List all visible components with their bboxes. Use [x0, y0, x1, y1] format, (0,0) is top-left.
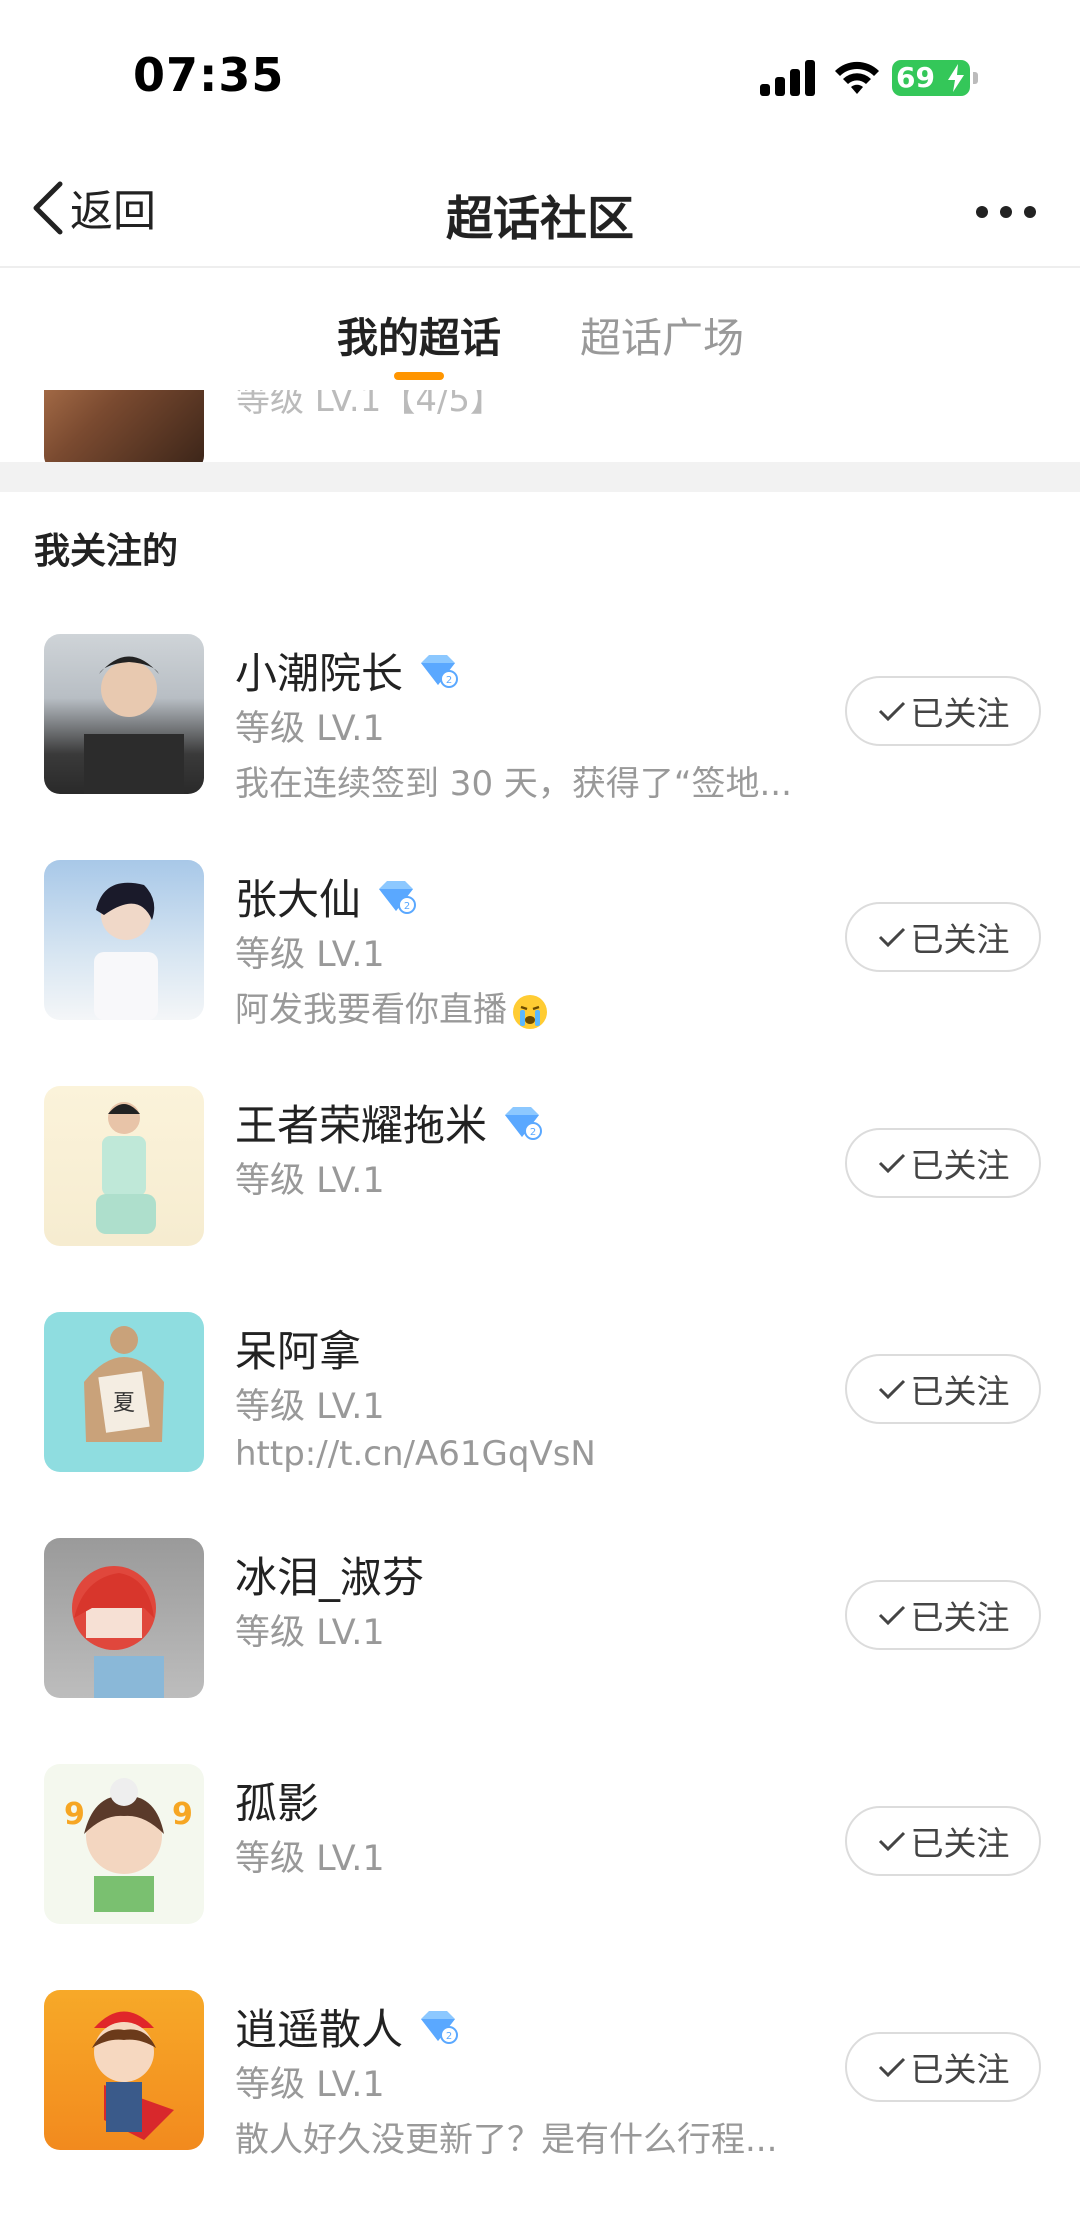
item-name: 孤影	[235, 1779, 320, 1828]
section-divider	[0, 462, 1080, 492]
status-time: 07:35	[133, 48, 285, 102]
avatar: 夏	[44, 1312, 204, 1472]
verified-diamond-icon: 2	[505, 1106, 543, 1140]
section-title: 我关注的	[34, 531, 179, 572]
item-level: 等级 LV.1	[235, 2065, 385, 2105]
item-desc: 阿发我要看你直播	[235, 990, 507, 1030]
checkmark-icon	[878, 2057, 905, 2078]
svg-text:2: 2	[530, 1127, 536, 1138]
cellular-signal-icon	[760, 60, 816, 96]
list-item[interactable]: 小潮院长 2 等级 LV.1 我在连续签到 30 天，获得了“签地... 已关注	[0, 634, 1080, 860]
item-name: 小潮院长	[235, 649, 404, 698]
list-item[interactable]: 逍遥散人 2 等级 LV.1 散人好久没更新了？是有什么行程... 已关注	[0, 1990, 1080, 2216]
charging-bolt-icon	[948, 64, 964, 92]
followed-button[interactable]: 已关注	[845, 1354, 1041, 1424]
svg-text:2: 2	[446, 675, 452, 686]
followed-button[interactable]: 已关注	[845, 1128, 1041, 1198]
tab-super-topic-square[interactable]: 超话广场	[580, 304, 744, 364]
item-level: 等级 LV.1	[235, 1387, 385, 1427]
svg-text:夏: 夏	[113, 1391, 135, 1416]
wifi-icon	[835, 61, 879, 94]
avatar	[44, 390, 204, 462]
verified-diamond-icon: 2	[379, 880, 417, 914]
followed-button[interactable]: 已关注	[845, 1580, 1041, 1650]
checkmark-icon	[878, 1153, 905, 1174]
item-level: 等级 LV.1【4/5】	[236, 390, 505, 420]
nav-bar: 返回 超话社区	[0, 150, 1080, 268]
avatar	[44, 860, 204, 1020]
avatar	[44, 1086, 204, 1246]
active-tab-indicator	[394, 372, 444, 380]
verified-diamond-icon: 2	[421, 2010, 459, 2044]
battery-level: 69	[896, 61, 935, 94]
item-name: 张大仙	[235, 875, 362, 924]
list-item[interactable]: 冰泪_淑芬 等级 LV.1 已关注	[0, 1538, 1080, 1764]
item-name: 冰泪_淑芬	[235, 1553, 425, 1602]
list-item-partial[interactable]: 等级 LV.1【4/5】	[0, 390, 1080, 462]
item-desc[interactable]: http://t.cn/A61GqVsN	[235, 1434, 596, 1474]
item-level: 等级 LV.1	[235, 1839, 385, 1879]
checkmark-icon	[878, 927, 905, 948]
verified-diamond-icon: 2	[421, 654, 459, 688]
item-level: 等级 LV.1	[235, 1613, 385, 1653]
list-item[interactable]: 张大仙 2 等级 LV.1 阿发我要看你直播 已关注	[0, 860, 1080, 1086]
item-level: 等级 LV.1	[235, 935, 385, 975]
svg-text:9: 9	[64, 1797, 85, 1832]
item-name: 王者荣耀拖米	[235, 1101, 488, 1150]
more-options-icon[interactable]	[976, 202, 1036, 222]
followed-button[interactable]: 已关注	[845, 676, 1041, 746]
avatar	[44, 1538, 204, 1698]
battery-icon: 69	[892, 60, 978, 96]
item-desc: 我在连续签到 30 天，获得了“签地...	[235, 764, 792, 804]
item-desc-row: 阿发我要看你直播	[235, 982, 549, 1031]
avatar	[44, 634, 204, 794]
checkmark-icon	[878, 1605, 905, 1626]
crying-emoji-icon	[513, 994, 547, 1029]
avatar: 99	[44, 1764, 204, 1924]
checkmark-icon	[878, 1831, 905, 1852]
checkmark-icon	[878, 701, 905, 722]
avatar	[44, 1990, 204, 2150]
followed-button[interactable]: 已关注	[845, 1806, 1041, 1876]
item-name: 逍遥散人	[235, 2005, 404, 2054]
page-title: 超话社区	[446, 192, 634, 247]
status-bar: 07:35 69	[0, 0, 1080, 150]
followed-button[interactable]: 已关注	[845, 902, 1041, 972]
svg-text:9: 9	[172, 1797, 193, 1832]
item-level: 等级 LV.1	[235, 1161, 385, 1201]
list-item[interactable]: 夏 呆阿拿 等级 LV.1 http://t.cn/A61GqVsN 已关注	[0, 1312, 1080, 1538]
list-item[interactable]: 王者荣耀拖米 2 等级 LV.1 已关注	[0, 1086, 1080, 1312]
tab-my-super-topics[interactable]: 我的超话	[337, 304, 501, 364]
item-desc: 散人好久没更新了？是有什么行程...	[235, 2120, 778, 2160]
checkmark-icon	[878, 1379, 905, 1400]
list-item[interactable]: 99 孤影 等级 LV.1 已关注	[0, 1764, 1080, 1990]
svg-text:2: 2	[446, 2031, 452, 2042]
svg-text:2: 2	[404, 901, 410, 912]
tab-bar: 我的超话 超话广场	[0, 270, 1080, 388]
item-name: 呆阿拿	[235, 1327, 362, 1376]
item-level: 等级 LV.1	[235, 709, 385, 749]
followed-button[interactable]: 已关注	[845, 2032, 1041, 2102]
